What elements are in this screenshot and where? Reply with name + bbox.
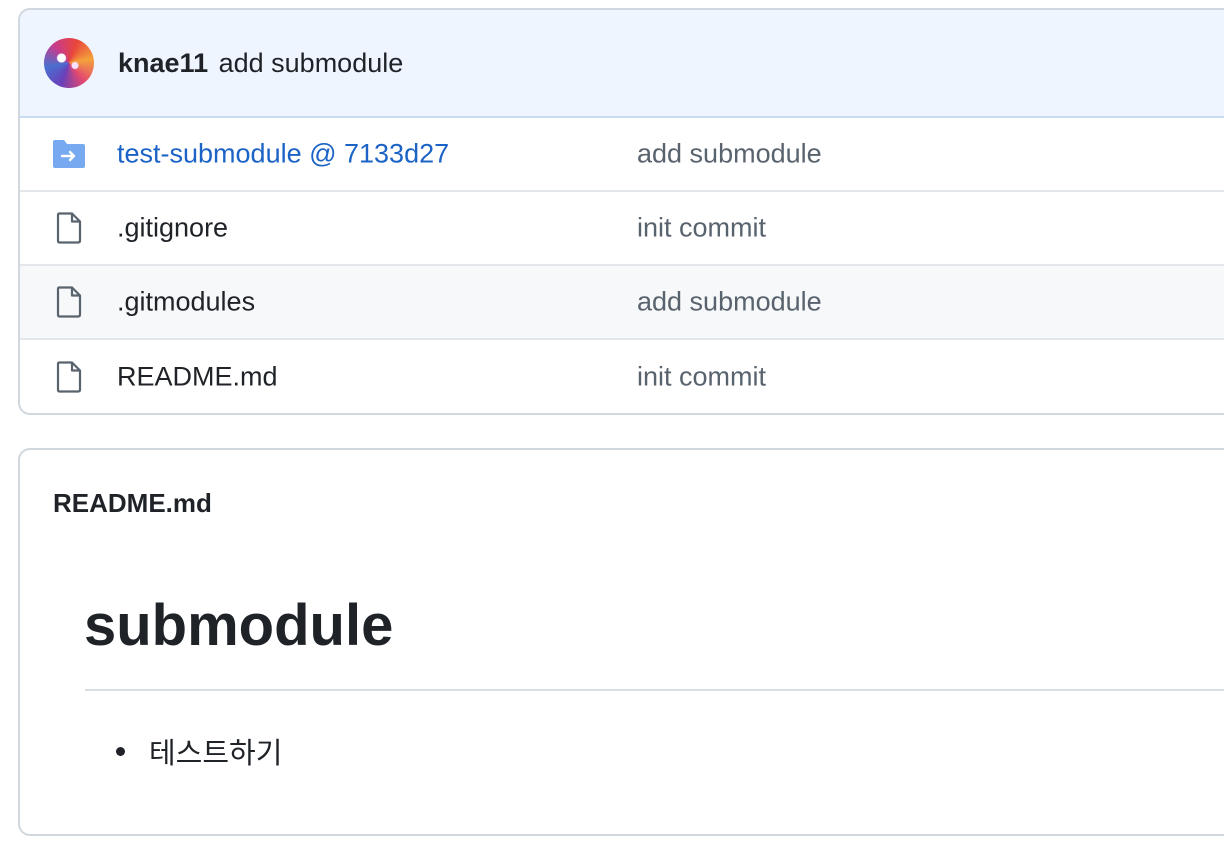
author-avatar[interactable]: [44, 38, 94, 88]
submodule-folder-icon: [52, 137, 86, 171]
readme-filename: README.md: [53, 488, 212, 518]
file-row-gitmodules[interactable]: .gitmodules add submodule: [20, 266, 1224, 340]
file-commit-message-link[interactable]: add submodule: [637, 287, 822, 318]
file-icon: [52, 360, 86, 394]
bullet-icon: [116, 746, 125, 756]
file-name-link[interactable]: README.md: [117, 362, 278, 393]
latest-commit-text: knae11 add submodule: [118, 48, 404, 78]
commit-author-link[interactable]: knae11: [118, 48, 208, 78]
heading-divider: [85, 689, 1224, 691]
file-name-link[interactable]: .gitignore: [117, 213, 228, 244]
file-name-link[interactable]: .gitmodules: [117, 287, 255, 318]
readme-heading: submodule: [84, 593, 394, 658]
file-row-gitignore[interactable]: .gitignore init commit: [20, 192, 1224, 266]
file-row-readme[interactable]: README.md init commit: [20, 340, 1224, 413]
file-row-test-submodule[interactable]: test-submodule @ 7133d27 add submodule: [20, 118, 1224, 192]
file-icon: [52, 285, 86, 319]
file-commit-message-link[interactable]: add submodule: [637, 139, 822, 170]
file-commit-message-link[interactable]: init commit: [637, 213, 766, 244]
readme-panel: README.md submodule 테스트하기: [18, 448, 1224, 836]
latest-commit-bar: knae11 add submodule: [20, 10, 1224, 118]
list-item: 테스트하기: [116, 730, 282, 772]
list-item-text: 테스트하기: [149, 738, 283, 770]
file-name-link[interactable]: test-submodule @ 7133d27: [117, 139, 449, 170]
file-commit-message-link[interactable]: init commit: [637, 362, 766, 393]
file-browser: knae11 add submodule test-submodule @ 71…: [18, 8, 1224, 415]
readme-bullet-list: 테스트하기: [116, 730, 282, 772]
file-icon: [52, 211, 86, 245]
commit-message-link[interactable]: add submodule: [219, 48, 404, 78]
